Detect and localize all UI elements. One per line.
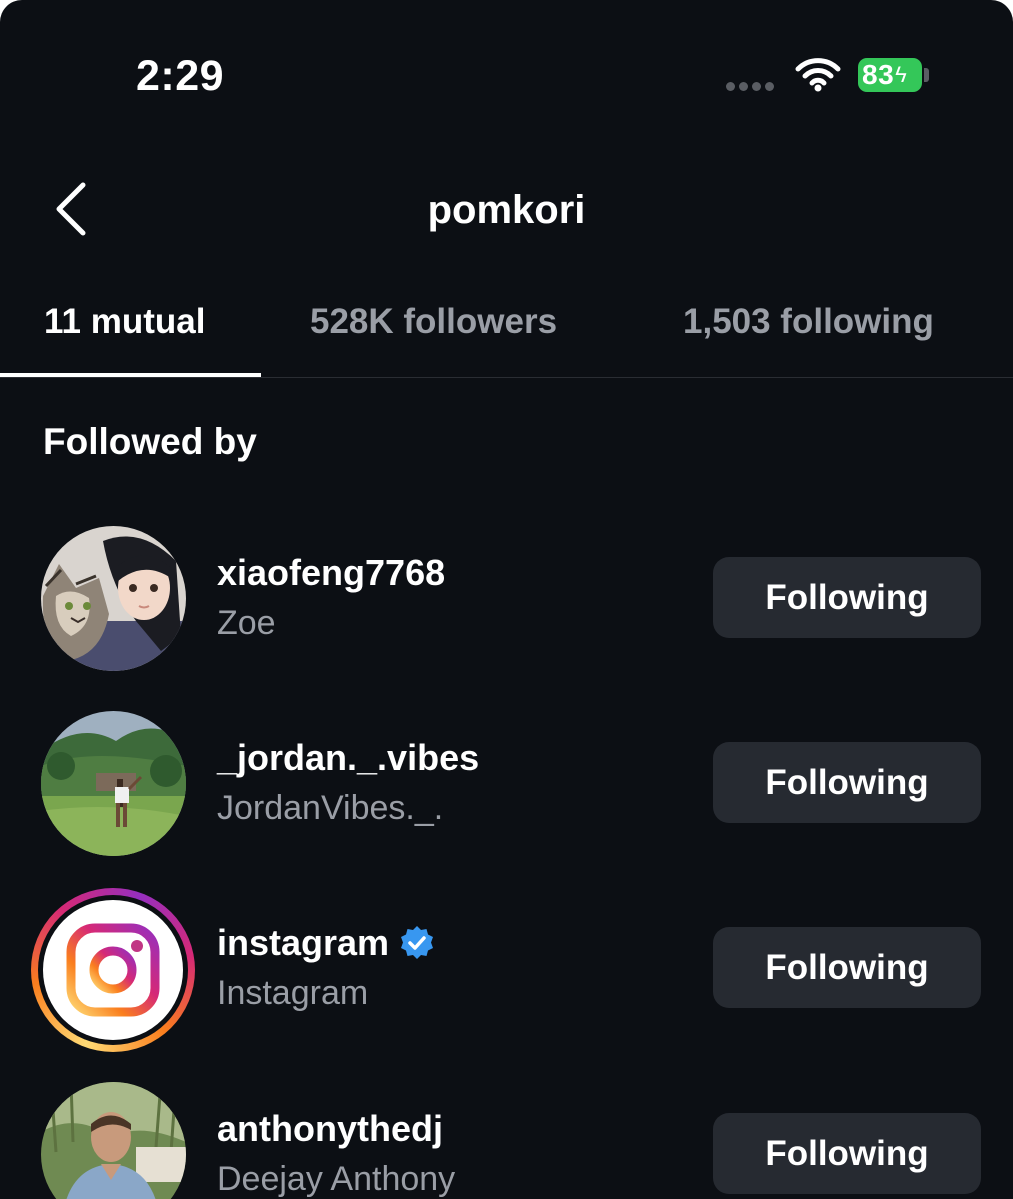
user-row[interactable]: _jordan._.vibes JordanVibes._. Following [0, 711, 1013, 861]
status-time: 2:29 [136, 52, 225, 100]
wifi-icon [795, 58, 841, 92]
avatar[interactable] [41, 526, 186, 671]
following-button[interactable]: Following [713, 557, 981, 638]
following-button[interactable]: Following [713, 927, 981, 1008]
tab-followers[interactable]: 528K followers [310, 302, 557, 342]
username-line: anthonythedj [217, 1108, 443, 1150]
tab-divider [0, 377, 1013, 378]
full-name: Zoe [217, 604, 276, 642]
cellular-signal-icon [726, 82, 774, 91]
username[interactable]: _jordan._.vibes [217, 737, 479, 779]
full-name: Deejay Anthony [217, 1160, 456, 1198]
story-ring[interactable] [31, 888, 195, 1052]
user-row[interactable]: xiaofeng7768 Zoe Following [0, 526, 1013, 676]
username[interactable]: instagram [217, 922, 389, 964]
charging-bolt-icon: ϟ [895, 62, 907, 87]
user-row[interactable]: instagram Instagram Following [0, 888, 1013, 1052]
username-line: xiaofeng7768 [217, 552, 445, 594]
username[interactable]: anthonythedj [217, 1108, 443, 1150]
username[interactable]: xiaofeng7768 [217, 552, 445, 594]
following-button[interactable]: Following [713, 1113, 981, 1194]
instagram-logo-icon [66, 923, 160, 1017]
avatar[interactable] [41, 1082, 186, 1199]
screen: 2:29 83 ϟ pomkori 11 mutual 528K followe… [0, 0, 1013, 1199]
section-heading: Followed by [43, 421, 257, 462]
full-name: Instagram [217, 974, 369, 1012]
battery-cap [924, 68, 929, 82]
battery-indicator: 83 ϟ [858, 58, 922, 92]
tab-following[interactable]: 1,503 following [683, 302, 934, 342]
user-row[interactable]: anthonythedj Deejay Anthony Following [0, 1082, 1013, 1199]
following-button[interactable]: Following [713, 742, 981, 823]
username-line: instagram [217, 922, 435, 964]
battery-level: 83 [862, 59, 895, 90]
avatar[interactable] [41, 711, 186, 856]
full-name: JordanVibes._. [217, 789, 444, 827]
page-title: pomkori [427, 188, 586, 232]
tab-mutual[interactable]: 11 mutual [44, 302, 205, 342]
verified-badge-icon [401, 926, 434, 959]
username-line: _jordan._.vibes [217, 737, 479, 779]
